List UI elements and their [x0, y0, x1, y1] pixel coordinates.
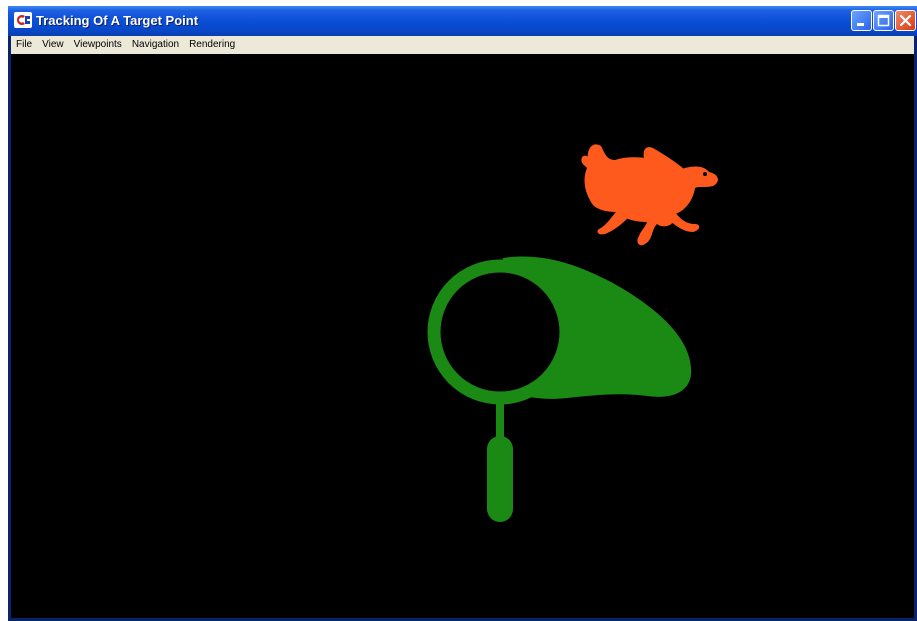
- scene-canvas[interactable]: [11, 54, 914, 618]
- minimize-button[interactable]: [851, 10, 872, 31]
- menu-navigation[interactable]: Navigation: [127, 36, 184, 54]
- minimize-icon: [857, 23, 864, 26]
- app-logo-icon: [14, 12, 32, 28]
- rabbit-icon[interactable]: [581, 144, 718, 246]
- 3d-viewport[interactable]: [11, 54, 914, 618]
- close-icon: [899, 14, 912, 27]
- close-button[interactable]: [895, 10, 916, 31]
- window-title: Tracking Of A Target Point: [36, 13, 199, 28]
- menu-view[interactable]: View: [37, 36, 69, 54]
- menu-rendering[interactable]: Rendering: [184, 36, 240, 54]
- menu-bar: File View Viewpoints Navigation Renderin…: [11, 36, 914, 54]
- app-window: Tracking Of A Target Point File View Vie…: [8, 6, 917, 621]
- maximize-button[interactable]: [873, 10, 894, 31]
- rabbit-eye: [703, 172, 707, 176]
- maximize-icon: [877, 14, 890, 27]
- menu-viewpoints[interactable]: Viewpoints: [69, 36, 127, 54]
- menu-file[interactable]: File: [11, 36, 37, 54]
- butterfly-net-icon[interactable]: [427, 256, 692, 522]
- title-bar[interactable]: Tracking Of A Target Point: [8, 6, 917, 36]
